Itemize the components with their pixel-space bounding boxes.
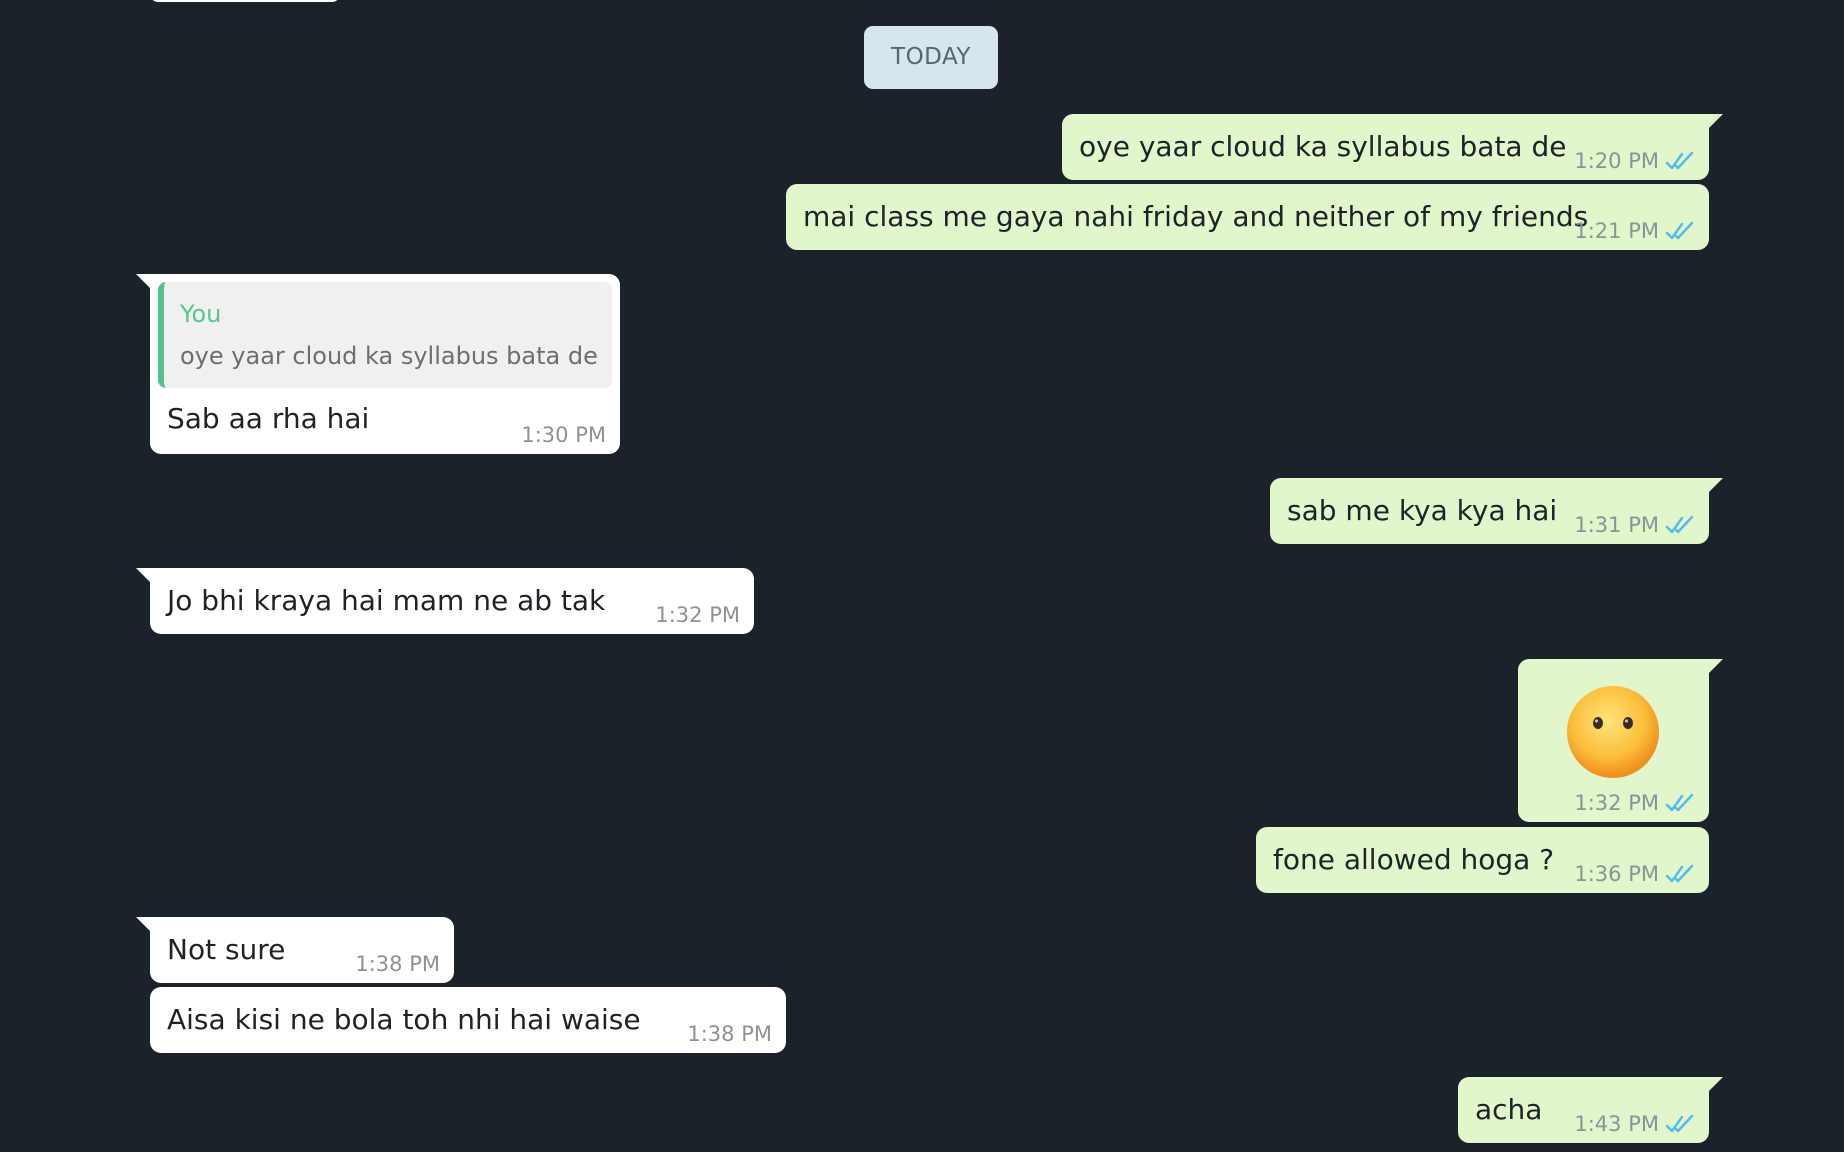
chat-area: TODAY oye yaar cloud ka syllabus bata de…	[0, 0, 1844, 1152]
incoming-message[interactable]: Jo bhi kraya hai mam ne ab tak 1:32 PM	[136, 568, 754, 634]
message-time: 1:38 PM	[355, 952, 440, 976]
incoming-message[interactable]: Not sure 1:38 PM	[136, 917, 454, 983]
read-receipt-icon	[1665, 515, 1694, 534]
read-receipt-icon	[1665, 864, 1694, 883]
quote-text: oye yaar cloud ka syllabus bata de	[180, 342, 598, 370]
message-time: 1:30 PM	[521, 423, 606, 447]
incoming-message[interactable]: You oye yaar cloud ka syllabus bata de S…	[136, 274, 620, 454]
message-text: Jo bhi kraya hai mam ne ab tak	[167, 584, 606, 617]
date-separator: TODAY	[864, 26, 998, 89]
message-time: 1:20 PM	[1574, 149, 1659, 173]
incoming-message[interactable]: Aisa kisi ne bola toh nhi hai waise 1:38…	[150, 987, 786, 1053]
message-time: 1:43 PM	[1574, 1112, 1659, 1136]
message-text: Sab aa rha hai	[167, 402, 370, 435]
message-text: fone allowed hoga ?	[1273, 843, 1555, 876]
message-time: 1:31 PM	[1574, 513, 1659, 537]
outgoing-emoji-message[interactable]: 1:32 PM	[1518, 659, 1723, 822]
message-text: acha	[1475, 1093, 1543, 1126]
message-time: 1:38 PM	[687, 1022, 772, 1046]
message-time: 1:21 PM	[1574, 219, 1659, 243]
outgoing-message[interactable]: oye yaar cloud ka syllabus bata de 1:20 …	[1062, 114, 1723, 180]
message-time: 1:36 PM	[1574, 862, 1659, 886]
read-receipt-icon	[1665, 793, 1694, 812]
quote-author: You	[180, 300, 222, 328]
message-time: 1:32 PM	[655, 603, 740, 627]
outgoing-message[interactable]: sab me kya kya hai 1:31 PM	[1270, 478, 1723, 544]
read-receipt-icon	[1665, 221, 1694, 240]
message-text: oye yaar cloud ka syllabus bata de	[1079, 130, 1567, 163]
message-text: Aisa kisi ne bola toh nhi hai waise	[167, 1003, 641, 1036]
message-time: 1:32 PM	[1574, 791, 1659, 815]
outgoing-message[interactable]: fone allowed hoga ? 1:36 PM	[1256, 827, 1709, 893]
message-text: Not sure	[167, 933, 286, 966]
neutral-face-without-mouth-icon	[1567, 686, 1659, 778]
message-text: mai class me gaya nahi friday and neithe…	[803, 200, 1589, 233]
outgoing-message[interactable]: mai class me gaya nahi friday and neithe…	[786, 184, 1709, 250]
outgoing-message[interactable]: acha 1:43 PM	[1458, 1077, 1723, 1143]
quoted-message[interactable]: You oye yaar cloud ka syllabus bata de	[158, 282, 612, 388]
previous-message-bubble[interactable]	[150, 0, 340, 2]
message-text: sab me kya kya hai	[1287, 494, 1558, 527]
read-receipt-icon	[1665, 151, 1694, 170]
read-receipt-icon	[1665, 1114, 1694, 1133]
